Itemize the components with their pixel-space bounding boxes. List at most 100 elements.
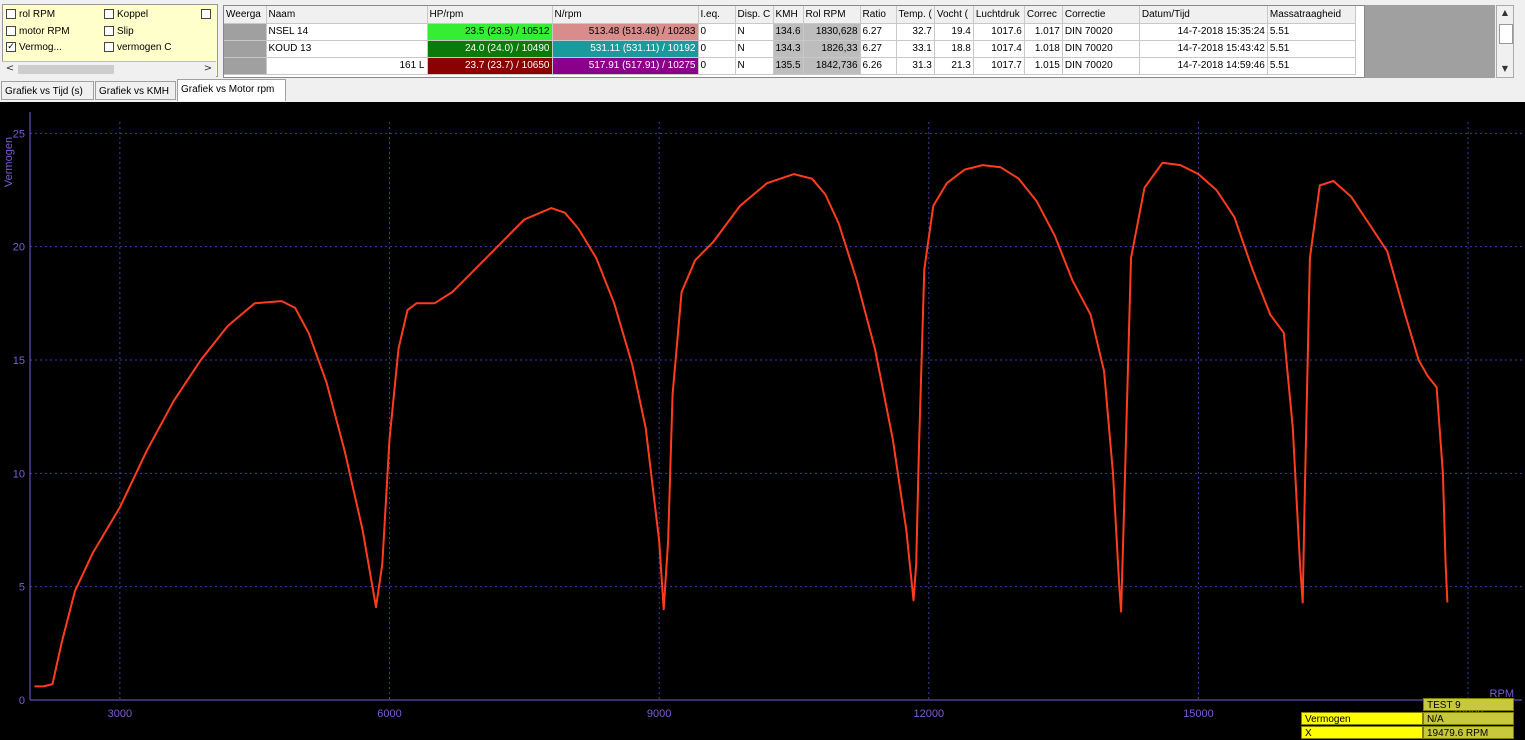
y-tick-label: 10 [13, 468, 25, 480]
table-cell-rol: 1826,33 [803, 40, 861, 58]
column-header[interactable]: Disp. C [735, 6, 774, 24]
column-header[interactable]: Datum/Tijd [1139, 6, 1268, 24]
table-cell-naam: KOUD 13 [266, 40, 428, 58]
table-cell-n: 531.11 (531.11) / 10192 [552, 40, 699, 58]
table-cell-lucht: 1017.7 [973, 57, 1025, 75]
checkbox-box[interactable] [6, 9, 16, 19]
table-cell-correctie: DIN 70020 [1062, 57, 1140, 75]
table-cell-ieq: 0 [698, 57, 736, 75]
table-cell-ieq: 0 [698, 23, 736, 41]
checkbox-box[interactable] [104, 26, 114, 36]
table-cell-disp: N [735, 40, 774, 58]
table-cell-ieq: 0 [698, 40, 736, 58]
cursor-info-label: Vermogen [1301, 712, 1423, 725]
table-cell-correctie: DIN 70020 [1062, 40, 1140, 58]
table-cell-lucht: 1017.4 [973, 40, 1025, 58]
table-cell-vocht: 21.3 [934, 57, 974, 75]
y-tick-label: 15 [13, 355, 25, 367]
column-header[interactable]: KMH [773, 6, 804, 24]
column-header[interactable]: Luchtdruk [973, 6, 1025, 24]
table-cell-corr: 1.015 [1024, 57, 1063, 75]
vertical-scrollbar[interactable]: ▲ ▼ [1496, 5, 1514, 78]
y-tick-label: 20 [13, 242, 25, 254]
table-cell-lucht: 1017.6 [973, 23, 1025, 41]
checkbox-box[interactable] [104, 9, 114, 19]
x-tick-label: 9000 [647, 708, 671, 720]
table-header-row: Weerga Naam HP/rpm N/rpm I.eq. Disp. C K… [224, 6, 1356, 24]
table-cell-kmh: 134.6 [773, 23, 804, 41]
table-cell-weerga [224, 23, 267, 41]
checkbox-box[interactable] [6, 26, 16, 36]
column-header[interactable]: HP/rpm [427, 6, 553, 24]
tab-grafiek-vs-tijd[interactable]: Grafiek vs Tijd (s) [1, 81, 94, 100]
table-cell-temp: 33.1 [896, 40, 935, 58]
table-cell-ratio: 6.27 [860, 40, 897, 58]
checkbox-box[interactable] [104, 42, 114, 52]
table-cell-hp: 23.7 (23.7) / 10650 [427, 57, 553, 75]
table-empty-area [1365, 5, 1495, 78]
scroll-left-icon[interactable]: < [3, 63, 17, 75]
checkbox-motor-rpm[interactable]: motor RPM [6, 24, 70, 38]
checkbox-vermogen-c[interactable]: vermogen C [104, 40, 171, 54]
checkbox-label: vermogen C [117, 41, 172, 53]
column-header[interactable]: Correc [1024, 6, 1063, 24]
table-cell-rol: 1842,736 [803, 57, 861, 75]
column-header[interactable]: Rol RPM [803, 6, 861, 24]
cursor-x-label: X [1301, 726, 1423, 739]
scrollbar-thumb[interactable] [1499, 24, 1513, 44]
table-cell-massa: 5.51 [1267, 23, 1356, 41]
column-header[interactable]: I.eq. [698, 6, 736, 24]
y-tick-label: 5 [19, 582, 25, 594]
table-cell-massa: 5.51 [1267, 57, 1356, 75]
checkbox-label: motor RPM [19, 25, 70, 37]
checkbox-koppel[interactable]: Koppel [104, 7, 148, 21]
table-cell-vocht: 18.8 [934, 40, 974, 58]
scroll-right-icon[interactable]: > [201, 63, 215, 75]
table-cell-massa: 5.51 [1267, 40, 1356, 58]
table-cell-rol: 1830,628 [803, 23, 861, 41]
table-cell-n: 517.91 (517.91) / 10275 [552, 57, 699, 75]
cursor-info-value: N/A [1423, 712, 1514, 725]
table-cell-weerga [224, 57, 267, 75]
column-header[interactable]: Correctie [1062, 6, 1140, 24]
table-cell-corr: 1.018 [1024, 40, 1063, 58]
tab-grafiek-vs-motor-rpm[interactable]: Grafiek vs Motor rpm [177, 79, 286, 101]
checkbox-box[interactable] [201, 9, 211, 19]
scroll-up-icon[interactable]: ▲ [1498, 7, 1512, 19]
checkbox-rol-rpm[interactable]: rol RPM [6, 7, 55, 21]
checkbox-label: Koppel [117, 8, 149, 20]
column-header[interactable]: Massatraagheid [1267, 6, 1356, 24]
checkbox-label: rol RPM [19, 8, 56, 20]
table-cell-correctie: DIN 70020 [1062, 23, 1140, 41]
table-cell-naam: 161 L [266, 57, 428, 75]
power-vs-rpm-chart[interactable]: 3000600090001200015000180000510152025Ver… [0, 102, 1525, 740]
checkbox-vermogen[interactable]: ✓ Vermog... [6, 40, 62, 54]
column-header[interactable]: N/rpm [552, 6, 699, 24]
checkbox-unlabeled[interactable] [201, 7, 211, 21]
cursor-x-value: 19479.6 RPM [1423, 726, 1514, 739]
table-cell-corr: 1.017 [1024, 23, 1063, 41]
checkmark-icon[interactable]: ✓ [6, 42, 16, 52]
table-row[interactable]: 161 L 23.7 (23.7) / 10650 517.91 (517.91) … [224, 57, 1356, 75]
scroll-down-icon[interactable]: ▼ [1498, 63, 1512, 75]
table-cell-ratio: 6.26 [860, 57, 897, 75]
column-header[interactable]: Temp. ( [896, 6, 935, 24]
power-curve-line [34, 161, 1449, 688]
column-header[interactable]: Ratio [860, 6, 897, 24]
chart-canvas[interactable]: 3000600090001200015000180000510152025Ver… [0, 102, 1525, 740]
scrollbar-thumb[interactable] [18, 65, 114, 74]
table-row[interactable]: KOUD 13 24.0 (24.0) / 10490 531.11 (531.11… [224, 40, 1356, 58]
column-header[interactable]: Naam [266, 6, 428, 24]
cursor-info-title: TEST 9 [1423, 698, 1514, 711]
table-cell-hp: 23.5 (23.5) / 10512 [427, 23, 553, 41]
table-cell-disp: N [735, 57, 774, 75]
column-header[interactable]: Weerga [224, 6, 267, 24]
table-cell-ratio: 6.27 [860, 23, 897, 41]
x-tick-label: 6000 [377, 708, 401, 720]
column-header[interactable]: Vocht ( [934, 6, 974, 24]
table-row[interactable]: NSEL 14 23.5 (23.5) / 10512 513.48 (513.48… [224, 23, 1356, 41]
checkbox-slip[interactable]: Slip [104, 24, 134, 38]
table-cell-disp: N [735, 23, 774, 41]
tab-grafiek-vs-kmh[interactable]: Grafiek vs KMH [95, 81, 176, 100]
horizontal-scrollbar[interactable]: < > [2, 61, 216, 77]
